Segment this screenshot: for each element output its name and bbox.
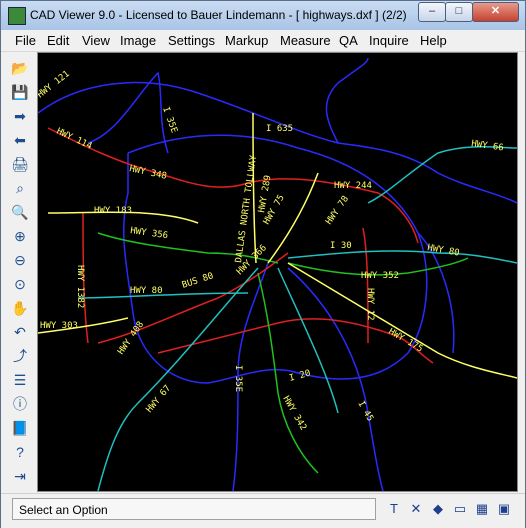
save-disk-icon: 💾 xyxy=(11,84,29,100)
help-icon: ? xyxy=(16,444,24,460)
label-hwy1382: HWY 1382 xyxy=(75,265,85,308)
help-button[interactable]: ? xyxy=(9,441,31,463)
menu-edit[interactable]: Edit xyxy=(47,33,69,48)
label-hwy114: HWY 114 xyxy=(55,127,94,152)
menu-help[interactable]: Help xyxy=(420,33,447,48)
road-cyan-80 xyxy=(287,250,517,264)
zoom-in-button[interactable]: ⊕ xyxy=(9,225,31,247)
label-i45: I 45 xyxy=(355,400,375,424)
label-hwy356: HWY 356 xyxy=(130,226,169,241)
undo-icon: ↶ xyxy=(14,324,26,340)
label-i30: I 30 xyxy=(330,241,352,251)
zoom-in-icon: ⊕ xyxy=(14,228,26,244)
zoom-out-button[interactable]: ⊖ xyxy=(9,249,31,271)
pan-hand-icon: ✋ xyxy=(11,300,29,316)
book-icon: 📘 xyxy=(11,420,29,436)
exit-icon: ⇥ xyxy=(14,468,26,484)
magnify-icon: 🔍 xyxy=(11,204,29,220)
menu-qa[interactable]: QA xyxy=(339,33,358,48)
window-icon[interactable]: ▭ xyxy=(450,499,470,519)
zoom-out-icon: ⊖ xyxy=(14,252,26,268)
zoom-fit-button[interactable]: ⊙ xyxy=(9,273,31,295)
label-hwy80-west: HWY 80 xyxy=(130,286,163,296)
menu-settings[interactable]: Settings xyxy=(168,33,215,48)
left-toolbar: 📂 💾 ➡ ⬅ 🖨 ⌕ 🔍 ⊕ ⊖ ⊙ ✋ ↶ ⤴ ☰ ⓘ 📘 ? ⇥ xyxy=(1,52,37,492)
undo-button[interactable]: ↶ xyxy=(9,321,31,343)
menu-markup[interactable]: Markup xyxy=(225,33,268,48)
label-hwy12: HWY 12 xyxy=(365,288,375,321)
label-hwy348: HWY 348 xyxy=(128,164,167,182)
book-button[interactable]: 📘 xyxy=(9,417,31,439)
label-bus80: BUS 80 xyxy=(181,271,215,291)
status-message: Select an Option xyxy=(12,498,376,520)
road-yellow-175 xyxy=(287,262,517,379)
open-folder-button[interactable]: 📂 xyxy=(9,57,31,79)
road-blue-east xyxy=(325,57,369,144)
label-i635: I 635 xyxy=(266,124,293,134)
palette-icon[interactable]: ▦ xyxy=(472,499,492,519)
print-icon: 🖨 xyxy=(11,156,29,172)
forward-button[interactable]: ➡ xyxy=(9,105,31,127)
layers-sliders-icon: ☰ xyxy=(13,372,27,388)
status-bar: Select an Option T ✕ ◆ ▭ ▦ ▣ xyxy=(1,493,525,528)
zoom-fit-icon: ⊙ xyxy=(14,276,26,292)
print-button[interactable]: 🖨 xyxy=(9,153,31,175)
window-title: CAD Viewer 9.0 - Licensed to Bauer Linde… xyxy=(30,8,407,22)
label-hwy303: HWY 303 xyxy=(40,321,78,331)
menu-inquire[interactable]: Inquire xyxy=(369,33,409,48)
title-bar[interactable]: CAD Viewer 9.0 - Licensed to Bauer Linde… xyxy=(1,1,525,30)
label-hwy408: HWY 408 xyxy=(116,320,146,357)
label-hwy66: HWY 66 xyxy=(471,139,505,153)
binoculars-icon: ⌕ xyxy=(16,180,24,196)
save-button[interactable]: 💾 xyxy=(9,81,31,103)
info-button[interactable]: ⓘ xyxy=(9,393,31,415)
info-icon: ⓘ xyxy=(13,396,27,412)
menu-image[interactable]: Image xyxy=(120,33,156,48)
layers-button[interactable]: ☰ xyxy=(9,369,31,391)
drawing-canvas[interactable]: HWY 121 HWY 114 I 35E I 635 HWY 66 HWY 3… xyxy=(37,52,518,492)
color-cube-icon[interactable]: ◆ xyxy=(428,499,448,519)
road-cyan-i45 xyxy=(277,267,339,414)
label-hwy67: HWY 67 xyxy=(145,384,174,415)
menu-bar: File Edit View Image Settings Markup Mea… xyxy=(1,31,525,52)
label-hwy183: HWY 183 xyxy=(94,206,132,216)
label-hwy78: HWY 78 xyxy=(324,194,351,226)
label-hwy342: HWY 342 xyxy=(280,395,308,433)
back-button[interactable]: ⬅ xyxy=(9,129,31,151)
label-hwy80-east: HWY 80 xyxy=(426,243,460,258)
label-i35e-south: I 35E xyxy=(233,365,243,392)
road-blue-loop xyxy=(122,134,428,384)
app-icon xyxy=(8,7,26,25)
pan-button[interactable]: ✋ xyxy=(9,297,31,319)
close-x-icon[interactable]: ✕ xyxy=(406,499,426,519)
label-hwy352: HWY 352 xyxy=(361,271,399,281)
maximize-button[interactable]: □ xyxy=(445,2,473,22)
forward-arrow-icon: ➡ xyxy=(14,108,26,124)
find-button[interactable]: ⌕ xyxy=(9,177,31,199)
highway-map: HWY 121 HWY 114 I 35E I 635 HWY 66 HWY 3… xyxy=(38,57,517,491)
label-hwy244: HWY 244 xyxy=(334,181,372,191)
screen-icon[interactable]: ▣ xyxy=(494,499,514,519)
menu-file[interactable]: File xyxy=(15,33,36,48)
axes-button[interactable]: ⤴ xyxy=(9,345,31,367)
road-blue-northwest xyxy=(87,71,169,154)
text-tool-icon[interactable]: T xyxy=(384,499,404,519)
minimize-button[interactable]: – xyxy=(418,2,446,22)
exit-button[interactable]: ⇥ xyxy=(9,465,31,487)
menu-view[interactable]: View xyxy=(82,33,110,48)
menu-measure[interactable]: Measure xyxy=(280,33,331,48)
back-arrow-icon: ⬅ xyxy=(14,132,26,148)
close-button[interactable]: ✕ xyxy=(472,2,519,22)
open-folder-icon: 📂 xyxy=(11,60,29,76)
cad-viewer-window: CAD Viewer 9.0 - Licensed to Bauer Linde… xyxy=(0,0,526,528)
magnify-button[interactable]: 🔍 xyxy=(9,201,31,223)
axes-icon: ⤴ xyxy=(13,348,27,364)
